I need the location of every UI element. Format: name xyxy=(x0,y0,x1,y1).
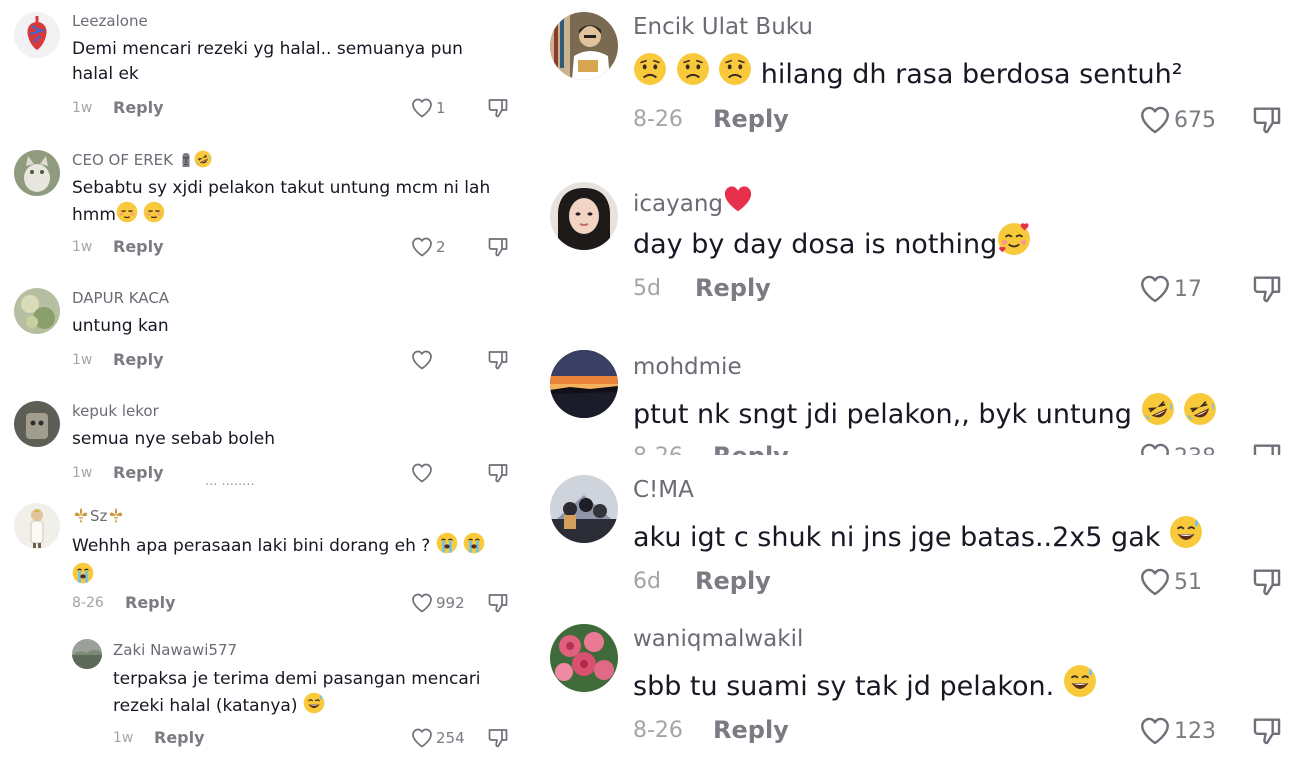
comment-item: C!MA aku igt c shuk ni jns jge batas..2x… xyxy=(0,471,1297,621)
like-button[interactable]: 17 xyxy=(1138,272,1202,306)
comment-time: 6d xyxy=(633,569,661,594)
heart-outline-icon xyxy=(1138,714,1172,748)
right-comments-panel-top: Encik Ulat Buku hilang dh rasa berdosa s… xyxy=(0,0,1297,455)
comment-username[interactable]: mohdmie xyxy=(633,354,742,380)
avatar[interactable] xyxy=(550,350,618,418)
avatar[interactable] xyxy=(550,475,618,543)
like-count: 51 xyxy=(1174,569,1202,595)
comment-text: aku igt c shuk ni jns jge batas..2x5 gak xyxy=(633,515,1203,558)
comment-time: 8-26 xyxy=(633,107,683,132)
avatar[interactable] xyxy=(550,12,618,80)
reply-button[interactable]: Reply xyxy=(713,105,789,133)
comment-text: day by day dosa is nothing xyxy=(633,222,1031,265)
like-button[interactable]: 123 xyxy=(1138,714,1216,748)
reply-button[interactable]: Reply xyxy=(713,716,789,744)
sweat-smile-emoji-icon xyxy=(1169,515,1203,558)
reply-button[interactable]: Reply xyxy=(695,274,771,302)
comment-text-content: sbb tu suami sy tak jd pelakon. xyxy=(633,671,1055,702)
comment-username[interactable]: Encik Ulat Buku xyxy=(633,14,813,40)
heart-outline-icon xyxy=(1138,272,1172,306)
rofl-emoji-icon xyxy=(1183,392,1217,435)
like-button[interactable]: 238 xyxy=(1138,440,1216,455)
thumbs-down-outline-icon xyxy=(1250,103,1284,137)
comment-username[interactable]: icayang xyxy=(633,184,753,220)
worried-emoji-icon xyxy=(718,52,752,95)
comment-item: mohdmie ptut nk sngt jdi pelakon,, byk u… xyxy=(0,340,1297,455)
like-count: 238 xyxy=(1174,445,1216,456)
like-count: 17 xyxy=(1174,276,1202,302)
like-count: 675 xyxy=(1174,107,1216,133)
dislike-button[interactable] xyxy=(1250,272,1284,306)
comment-time: 5d xyxy=(633,276,661,301)
comment-text-content: day by day dosa is nothing xyxy=(633,229,998,260)
thumbs-down-outline-icon xyxy=(1250,565,1284,599)
smiling-hearts-emoji-icon xyxy=(997,222,1031,265)
rofl-emoji-icon xyxy=(1141,392,1175,435)
comment-text: ptut nk sngt jdi pelakon,, byk untung xyxy=(633,392,1217,435)
comment-text: hilang dh rasa berdosa sentuh² xyxy=(633,52,1183,95)
comment-item: waniqmalwakil sbb tu suami sy tak jd pel… xyxy=(0,620,1297,766)
grin-sweat-emoji-icon xyxy=(1063,664,1097,707)
thumbs-down-outline-icon xyxy=(1250,272,1284,306)
dislike-button[interactable] xyxy=(1250,714,1284,748)
avatar[interactable] xyxy=(550,182,618,250)
heart-outline-icon xyxy=(1138,440,1172,455)
right-comments-panel-bottom: C!MA aku igt c shuk ni jns jge batas..2x… xyxy=(0,455,1297,766)
comment-text-content: hilang dh rasa berdosa sentuh² xyxy=(760,59,1183,90)
heart-outline-icon xyxy=(1138,103,1172,137)
worried-emoji-icon xyxy=(633,52,667,95)
worried-emoji-icon xyxy=(676,52,710,95)
comment-username[interactable]: waniqmalwakil xyxy=(633,626,803,652)
comment-text-content: aku igt c shuk ni jns jge batas..2x5 gak xyxy=(633,522,1161,553)
comment-item: icayang day by day dosa is nothing 5d Re… xyxy=(0,170,1297,320)
like-button[interactable]: 675 xyxy=(1138,103,1216,137)
thumbs-down-outline-icon xyxy=(1250,440,1284,455)
dislike-button[interactable] xyxy=(1250,103,1284,137)
thumbs-down-outline-icon xyxy=(1250,714,1284,748)
comment-text-content: ptut nk sngt jdi pelakon,, byk untung xyxy=(633,399,1132,430)
comment-username[interactable]: C!MA xyxy=(633,477,694,503)
dislike-button[interactable] xyxy=(1250,440,1284,455)
username-text: icayang xyxy=(633,191,724,217)
avatar[interactable] xyxy=(550,624,618,692)
dislike-button[interactable] xyxy=(1250,565,1284,599)
reply-button[interactable]: Reply xyxy=(713,442,789,455)
red-heart-emoji-icon xyxy=(723,184,753,220)
comment-text: sbb tu suami sy tak jd pelakon. xyxy=(633,664,1097,707)
comment-item: Encik Ulat Buku hilang dh rasa berdosa s… xyxy=(0,0,1297,150)
comment-time: 8-26 xyxy=(633,718,683,743)
reply-button[interactable]: Reply xyxy=(695,567,771,595)
heart-outline-icon xyxy=(1138,565,1172,599)
like-button[interactable]: 51 xyxy=(1138,565,1202,599)
like-count: 123 xyxy=(1174,718,1216,744)
comment-time: 8-26 xyxy=(633,444,683,455)
